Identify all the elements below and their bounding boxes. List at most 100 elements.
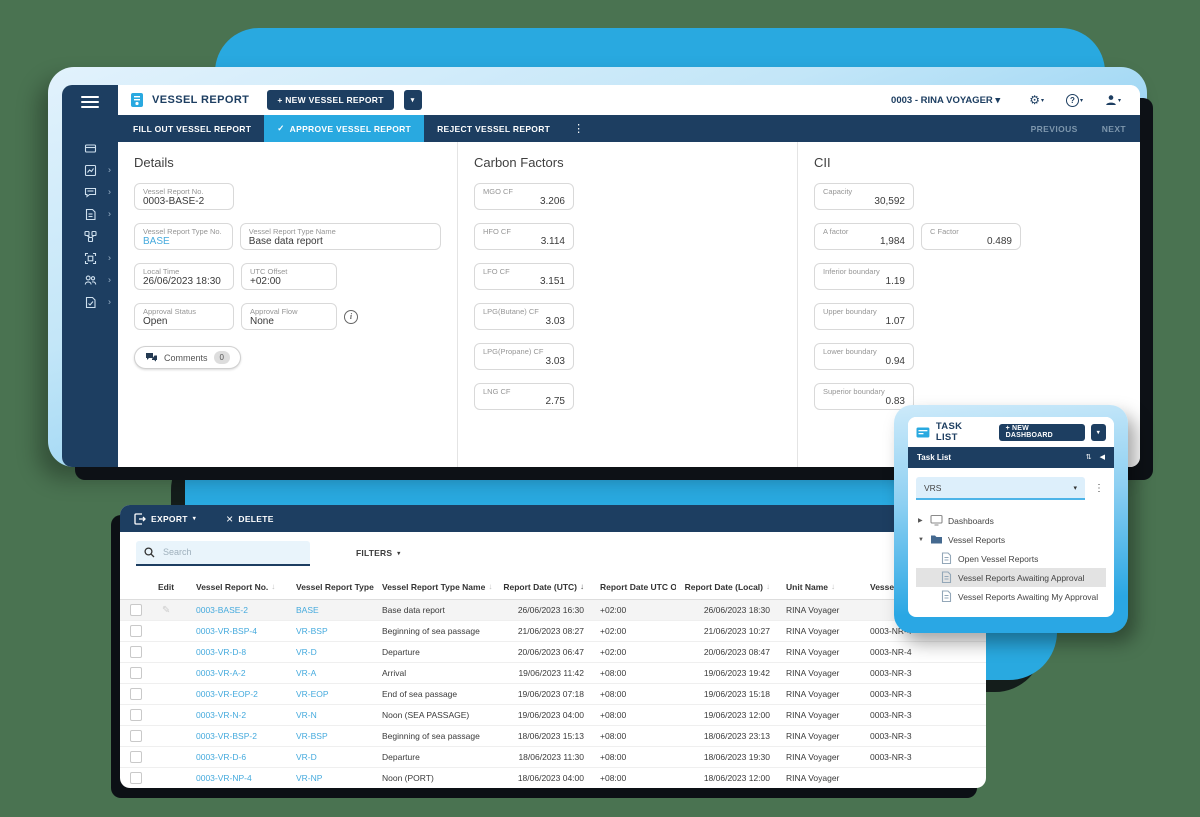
vessel-report-type-no-link[interactable]: VR-A	[288, 668, 374, 678]
approval-flow-field[interactable]: Approval Flow None	[241, 303, 337, 330]
tab-fill-out-vessel-report[interactable]: FILL OUT VESSEL REPORT	[120, 115, 264, 142]
row-checkbox[interactable]	[130, 751, 142, 763]
vessel-report-no-link[interactable]: 0003-VR-BSP-2	[188, 731, 288, 741]
row-checkbox[interactable]	[130, 730, 142, 742]
sort-arrow-icon[interactable]: ↓	[271, 582, 275, 591]
approval-status-field[interactable]: Approval Status Open	[134, 303, 234, 330]
table-row[interactable]: 0003-VR-A-2VR-AArrival19/06/2023 11:42+0…	[120, 663, 986, 684]
vessel-report-no-link[interactable]: 0003-VR-NP-4	[188, 773, 288, 783]
select-menu-icon[interactable]: ⋮	[1092, 483, 1106, 494]
sidebar-item-workflow[interactable]	[62, 225, 118, 247]
vessel-report-no-link[interactable]: 0003-VR-A-2	[188, 668, 288, 678]
help-icon[interactable]: ?▾	[1066, 94, 1083, 107]
collapse-panel-icon[interactable]: ◀	[1100, 456, 1105, 460]
row-checkbox[interactable]	[130, 646, 142, 658]
table-row[interactable]: 0003-VR-N-2VR-NNoon (SEA PASSAGE)19/06/2…	[120, 705, 986, 726]
vessel-report-no-link[interactable]: 0003-VR-N-2	[188, 710, 288, 720]
table-row[interactable]: 0003-VR-BSP-4VR-BSPBeginning of sea pass…	[120, 621, 986, 642]
sidebar-item-users[interactable]: ›	[62, 269, 118, 291]
vessel-report-no-link[interactable]: 0003-VR-D-8	[188, 647, 288, 657]
table-row[interactable]: 0003-VR-BSP-2VR-BSPBeginning of sea pass…	[120, 726, 986, 747]
new-dashboard-caret-button[interactable]: ▾	[1091, 424, 1106, 441]
row-checkbox[interactable]	[130, 625, 142, 637]
approval-flow-info-icon[interactable]: i	[344, 310, 358, 324]
capacity-field[interactable]: Capacity 30,592	[814, 183, 914, 210]
sidebar-item-document[interactable]: ›	[62, 203, 118, 225]
unit-selector[interactable]: 0003 - RINA VOYAGER ▾	[891, 95, 1000, 106]
tab-approve-vessel-report[interactable]: ✓APPROVE VESSEL REPORT	[264, 115, 424, 142]
row-checkbox[interactable]	[130, 688, 142, 700]
sort-arrow-icon[interactable]: ↓	[488, 582, 492, 591]
vessel-report-no-link[interactable]: 0003-VR-EOP-2	[188, 689, 288, 699]
carbon-factor-field-0[interactable]: MGO CF3.206	[474, 183, 574, 210]
vessel-report-type-no-link[interactable]: VR-N	[288, 710, 374, 720]
table-row[interactable]: 0003-VR-D-6VR-DDeparture18/06/2023 11:30…	[120, 747, 986, 768]
previous-button[interactable]: PREVIOUS	[1019, 124, 1090, 134]
table-row[interactable]: 0003-VR-NP-4VR-NPNoon (PORT)18/06/2023 0…	[120, 768, 986, 788]
vessel-report-type-no-link[interactable]: VR-BSP	[288, 731, 374, 741]
search-box[interactable]	[136, 541, 310, 566]
tree-item-vessel-reports[interactable]: ▼Vessel Reports	[916, 530, 1106, 549]
tree-caret-icon[interactable]: ▼	[918, 537, 925, 543]
filters-button[interactable]: FILTERS ▾	[356, 548, 400, 558]
upper-boundary-field[interactable]: Upper boundary 1.07	[814, 303, 914, 330]
new-vessel-report-caret-button[interactable]: ▾	[404, 90, 422, 110]
vessel-report-type-no-link[interactable]: VR-NP	[288, 773, 374, 783]
vrs-select[interactable]: VRS ▾	[916, 477, 1085, 500]
sidebar-item-charts[interactable]: ›	[62, 159, 118, 181]
sidebar-item-card[interactable]	[62, 137, 118, 159]
sort-arrow-icon[interactable]: ↓	[766, 582, 770, 591]
carbon-factor-field-2[interactable]: LFO CF3.151	[474, 263, 574, 290]
tree-item-vessel-reports-awaiting-approval[interactable]: Vessel Reports Awaiting Approval	[916, 568, 1106, 587]
superior-boundary-field[interactable]: Superior boundary 0.83	[814, 383, 914, 410]
vessel-report-type-no-link[interactable]: VR-D	[288, 752, 374, 762]
row-checkbox[interactable]	[130, 667, 142, 679]
inferior-boundary-field[interactable]: Inferior boundary 1.19	[814, 263, 914, 290]
utc-offset-field[interactable]: UTC Offset +02:00	[241, 263, 337, 290]
tree-item-vessel-reports-awaiting-my-approval[interactable]: Vessel Reports Awaiting My Approval	[916, 587, 1106, 606]
edit-pencil-icon[interactable]: ✎	[150, 605, 188, 616]
sidebar-item-messages[interactable]: ›	[62, 181, 118, 203]
vessel-report-type-no-link[interactable]: VR-BSP	[288, 626, 374, 636]
search-input[interactable]	[161, 546, 275, 558]
delete-button[interactable]: × DELETE	[226, 513, 274, 525]
carbon-factor-field-5[interactable]: LNG CF2.75	[474, 383, 574, 410]
local-time-field[interactable]: Local Time 26/06/2023 18:30	[134, 263, 234, 290]
comments-button[interactable]: Comments 0	[134, 346, 241, 369]
vessel-report-no-link[interactable]: 0003-BASE-2	[188, 605, 288, 615]
reorder-icon[interactable]: ⇅	[1086, 456, 1092, 460]
table-row[interactable]: ✎0003-BASE-2BASEBase data report26/06/20…	[120, 600, 986, 621]
table-row[interactable]: 0003-VR-D-8VR-DDeparture20/06/2023 06:47…	[120, 642, 986, 663]
vessel-report-no-field[interactable]: Vessel Report No. 0003-BASE-2	[134, 183, 234, 210]
vessel-report-type-name-field[interactable]: Vessel Report Type Name Base data report	[240, 223, 441, 250]
c-factor-field[interactable]: C Factor 0.489	[921, 223, 1021, 250]
vessel-report-no-link[interactable]: 0003-VR-BSP-4	[188, 626, 288, 636]
export-button[interactable]: EXPORT ▾	[134, 513, 196, 525]
carbon-factor-field-1[interactable]: HFO CF3.114	[474, 223, 574, 250]
tree-item-open-vessel-reports[interactable]: Open Vessel Reports	[916, 549, 1106, 568]
vessel-report-type-no-link[interactable]: BASE	[288, 605, 374, 615]
row-checkbox[interactable]	[130, 604, 142, 616]
row-checkbox[interactable]	[130, 772, 142, 784]
vessel-report-no-link[interactable]: 0003-VR-D-6	[188, 752, 288, 762]
vessel-report-type-no-link[interactable]: VR-EOP	[288, 689, 374, 699]
vessel-report-type-no-field[interactable]: Vessel Report Type No. BASE	[134, 223, 233, 250]
more-actions-icon[interactable]: ⋮	[563, 122, 594, 135]
sort-arrow-icon[interactable]: ↓	[580, 582, 584, 591]
sort-arrow-icon[interactable]: ↓	[831, 582, 835, 591]
new-dashboard-button[interactable]: + NEW DASHBOARD	[999, 424, 1085, 441]
next-button[interactable]: NEXT	[1090, 124, 1138, 134]
menu-icon[interactable]	[81, 93, 99, 111]
tab-reject-vessel-report[interactable]: REJECT VESSEL REPORT	[424, 115, 563, 142]
vessel-report-type-no-link[interactable]: VR-D	[288, 647, 374, 657]
new-vessel-report-button[interactable]: + NEW VESSEL REPORT	[267, 90, 393, 110]
tree-item-dashboards[interactable]: ▶Dashboards	[916, 511, 1106, 530]
settings-gear-icon[interactable]: ⚙▾	[1029, 93, 1044, 107]
sidebar-item-frames[interactable]: ›	[62, 247, 118, 269]
a-factor-field[interactable]: A factor 1,984	[814, 223, 914, 250]
row-checkbox[interactable]	[130, 709, 142, 721]
carbon-factor-field-3[interactable]: LPG(Butane) CF3.03	[474, 303, 574, 330]
user-account-icon[interactable]: ▾	[1105, 94, 1121, 106]
lower-boundary-field[interactable]: Lower boundary 0.94	[814, 343, 914, 370]
table-row[interactable]: 0003-VR-EOP-2VR-EOPEnd of sea passage19/…	[120, 684, 986, 705]
